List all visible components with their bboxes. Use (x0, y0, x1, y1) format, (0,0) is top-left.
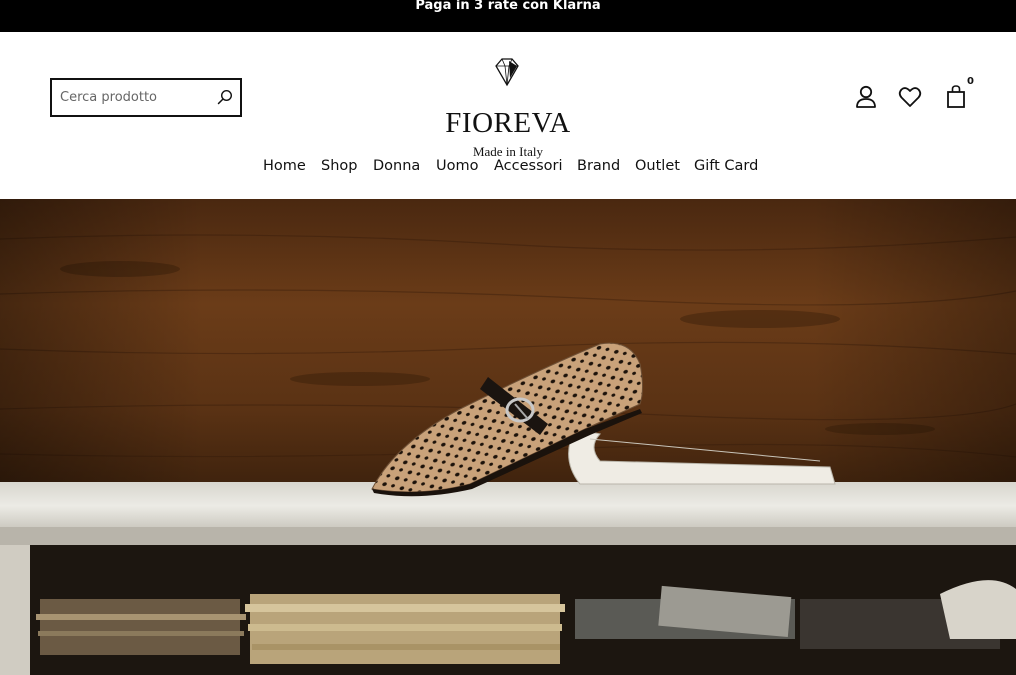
nav-item-donna[interactable]: Donna (373, 158, 420, 174)
nav-item-shop[interactable]: Shop (321, 158, 357, 174)
search-icon[interactable] (217, 89, 233, 105)
logo-brand-name: FIOREVA (445, 107, 571, 139)
nav-item-uomo[interactable]: Uomo (436, 158, 478, 174)
nav-item-brand[interactable]: Brand (577, 158, 620, 174)
search-box[interactable] (50, 78, 242, 117)
nav-item-accessori[interactable]: Accessori (494, 158, 563, 174)
cart-count-badge: 0 (967, 76, 974, 87)
diamond-logo-icon (495, 58, 519, 87)
announcement-bar: Paga in 3 rate con Klarna (0, 0, 1016, 32)
heart-icon[interactable] (898, 84, 922, 110)
hero-banner[interactable] (0, 199, 1016, 675)
nav-item-gift-card[interactable]: Gift Card (694, 158, 758, 174)
user-icon[interactable] (854, 84, 878, 110)
search-input[interactable] (60, 80, 210, 115)
site-logo[interactable]: FIOREVA Made in Italy (440, 54, 580, 159)
nav-item-home[interactable]: Home (263, 158, 306, 174)
announcement-text: Paga in 3 rate con Klarna (415, 0, 601, 13)
hero-image (0, 199, 1016, 675)
nav-item-outlet[interactable]: Outlet (635, 158, 680, 174)
shopping-bag-icon[interactable] (945, 84, 967, 110)
site-header: FIOREVA Made in Italy 0 Home Shop Donna … (0, 32, 1016, 199)
main-navigation: Home Shop Donna Uomo Accessori Brand Out… (0, 158, 1016, 180)
